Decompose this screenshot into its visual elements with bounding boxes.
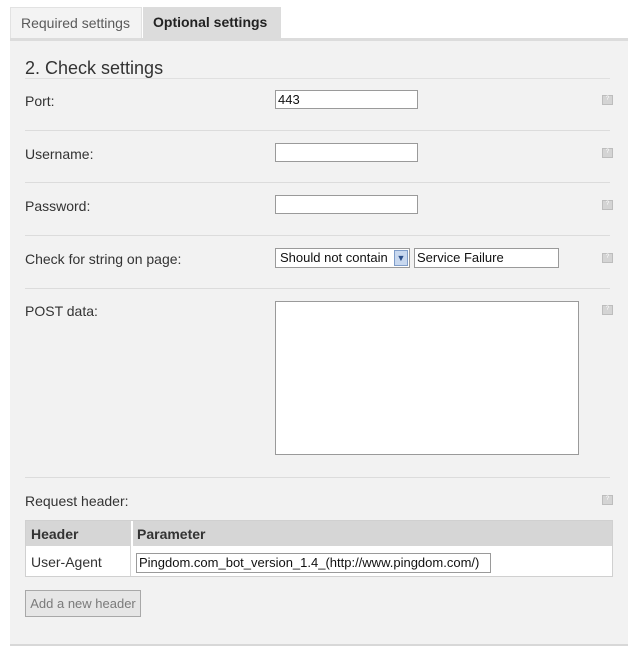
divider: [25, 130, 610, 131]
request-header-table: Header Parameter User-Agent Pingdom.com_…: [25, 520, 613, 577]
tab-required-settings[interactable]: Required settings: [10, 7, 142, 38]
help-icon[interactable]: ?: [602, 495, 613, 505]
chevron-down-icon[interactable]: ▼: [394, 250, 408, 266]
password-field[interactable]: [275, 195, 418, 214]
tab-optional-settings[interactable]: Optional settings: [143, 7, 281, 38]
help-icon[interactable]: ?: [602, 305, 613, 315]
password-label: Password:: [25, 198, 91, 214]
help-icon[interactable]: ?: [602, 148, 613, 158]
section-title: 2. Check settings: [25, 58, 164, 78]
check-string-label: Check for string on page:: [25, 251, 182, 267]
column-separator: [130, 546, 131, 576]
help-icon[interactable]: ?: [602, 95, 613, 105]
title-divider: [25, 78, 610, 79]
header-name-cell: User-Agent: [31, 554, 102, 570]
optional-settings-panel: 2. Check settings Port: 443 ? Username: …: [10, 41, 628, 646]
username-label: Username:: [25, 146, 94, 162]
post-data-textarea[interactable]: [275, 301, 579, 455]
add-header-button[interactable]: Add a new header: [25, 590, 141, 617]
help-icon[interactable]: ?: [602, 200, 613, 210]
request-header-label: Request header:: [25, 493, 129, 509]
settings-tabs: Required settings Optional settings: [10, 7, 628, 41]
port-field[interactable]: 443: [275, 90, 418, 109]
post-data-label: POST data:: [25, 303, 98, 319]
column-header: Parameter: [137, 526, 206, 542]
header-parameter-field[interactable]: Pingdom.com_bot_version_1.4_(http://www.…: [136, 553, 491, 573]
port-label: Port:: [25, 93, 55, 109]
help-icon[interactable]: ?: [602, 253, 613, 263]
check-string-mode-value: Should not contain: [280, 250, 388, 265]
table-header-row: Header Parameter: [26, 521, 612, 546]
username-field[interactable]: [275, 143, 418, 162]
divider: [25, 288, 610, 289]
check-string-field[interactable]: Service Failure: [414, 248, 559, 268]
column-header: Header: [26, 521, 133, 546]
check-string-mode-select[interactable]: Should not contain ▼: [275, 248, 410, 268]
divider: [25, 477, 610, 478]
divider: [25, 182, 610, 183]
divider: [25, 235, 610, 236]
